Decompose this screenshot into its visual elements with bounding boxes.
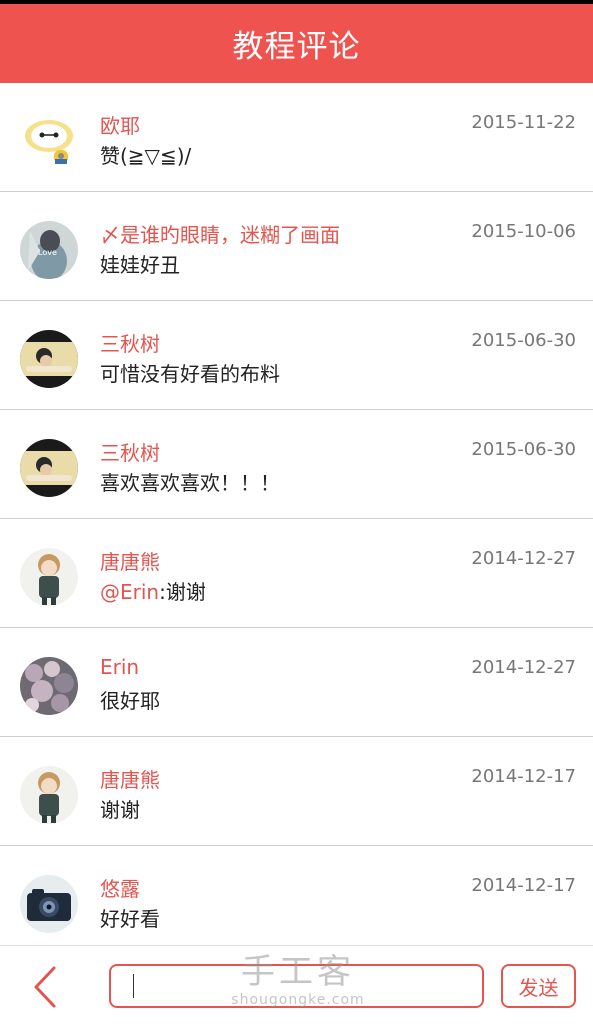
- comment-item[interactable]: 欧耶 2015-11-22 赞(≧▽≦)/: [0, 83, 593, 192]
- comment-text: 很好耶: [100, 689, 160, 713]
- comment-text: 赞(≧▽≦)/: [100, 144, 192, 168]
- avatar-doll-icon[interactable]: [20, 766, 78, 824]
- comment-text: 好好看: [100, 907, 160, 931]
- comment-date: 2014-12-27: [471, 548, 576, 569]
- avatar-photo-icon[interactable]: [20, 330, 78, 388]
- comment-text: 喜欢喜欢喜欢！！！: [100, 471, 280, 495]
- comment-date: 2015-11-22: [471, 112, 576, 133]
- comment-item[interactable]: 唐唐熊 2014-12-27 @Erin:谢谢: [0, 519, 593, 628]
- comment-item[interactable]: 悠露 2014-12-17 好好看: [0, 846, 593, 945]
- mention-link[interactable]: @Erin: [100, 580, 159, 604]
- comment-user-name[interactable]: 欧耶: [100, 110, 140, 139]
- comment-date: 2015-06-30: [471, 330, 576, 351]
- comment-user-name[interactable]: 悠露: [100, 873, 140, 902]
- comment-date: 2014-12-27: [471, 657, 576, 678]
- comment-user-name[interactable]: 〆是谁旳眼睛，迷糊了画面: [100, 219, 340, 248]
- comment-user-name[interactable]: 唐唐熊: [100, 546, 160, 575]
- comment-item[interactable]: 唐唐熊 2014-12-17 谢谢: [0, 737, 593, 846]
- send-button[interactable]: 发送: [501, 964, 576, 1008]
- chevron-left-icon: [34, 966, 56, 1008]
- comment-list[interactable]: 欧耶 2015-11-22 赞(≧▽≦)/ Love 〆是谁旳眼睛，迷糊了画面 …: [0, 83, 593, 945]
- comment-user-name[interactable]: 三秋树: [100, 328, 160, 357]
- avatar-photo-icon[interactable]: Love: [20, 221, 78, 279]
- page-title: 教程评论: [232, 29, 361, 65]
- comment-item[interactable]: 三秋树 2015-06-30 可惜没有好看的布料: [0, 301, 593, 410]
- comment-item[interactable]: 三秋树 2015-06-30 喜欢喜欢喜欢！！！: [0, 410, 593, 519]
- avatar-photo-icon[interactable]: [20, 439, 78, 497]
- avatar-flowers-icon[interactable]: [20, 657, 78, 715]
- comment-date: 2015-06-30: [471, 439, 576, 460]
- comment-input-bar: 发送: [0, 945, 593, 1025]
- comment-date: 2014-12-17: [471, 766, 576, 787]
- comment-date: 2014-12-17: [471, 875, 576, 896]
- header-bar: 教程评论: [0, 4, 593, 83]
- comment-text: 娃娃好丑: [100, 253, 180, 277]
- comment-user-name[interactable]: 唐唐熊: [100, 764, 160, 793]
- comment-text: 谢谢: [100, 798, 140, 822]
- comment-date: 2015-10-06: [471, 221, 576, 242]
- comment-user-name[interactable]: Erin: [100, 655, 139, 679]
- comment-text: 可惜没有好看的布料: [100, 362, 280, 386]
- back-button[interactable]: [26, 964, 66, 1010]
- comment-input[interactable]: [109, 964, 484, 1008]
- avatar-camera-icon[interactable]: [20, 875, 78, 933]
- text-caret: [133, 974, 134, 998]
- comment-text-body: :谢谢: [159, 580, 206, 604]
- comment-user-name[interactable]: 三秋树: [100, 437, 160, 466]
- comment-item[interactable]: Love 〆是谁旳眼睛，迷糊了画面 2015-10-06 娃娃好丑: [0, 192, 593, 301]
- comment-text: @Erin:谢谢: [100, 576, 206, 605]
- avatar-doll-icon[interactable]: [20, 548, 78, 606]
- svg-text:Love: Love: [38, 248, 57, 257]
- avatar-cartoon-icon[interactable]: [20, 112, 78, 170]
- comment-item[interactable]: Erin 2014-12-27 很好耶: [0, 628, 593, 737]
